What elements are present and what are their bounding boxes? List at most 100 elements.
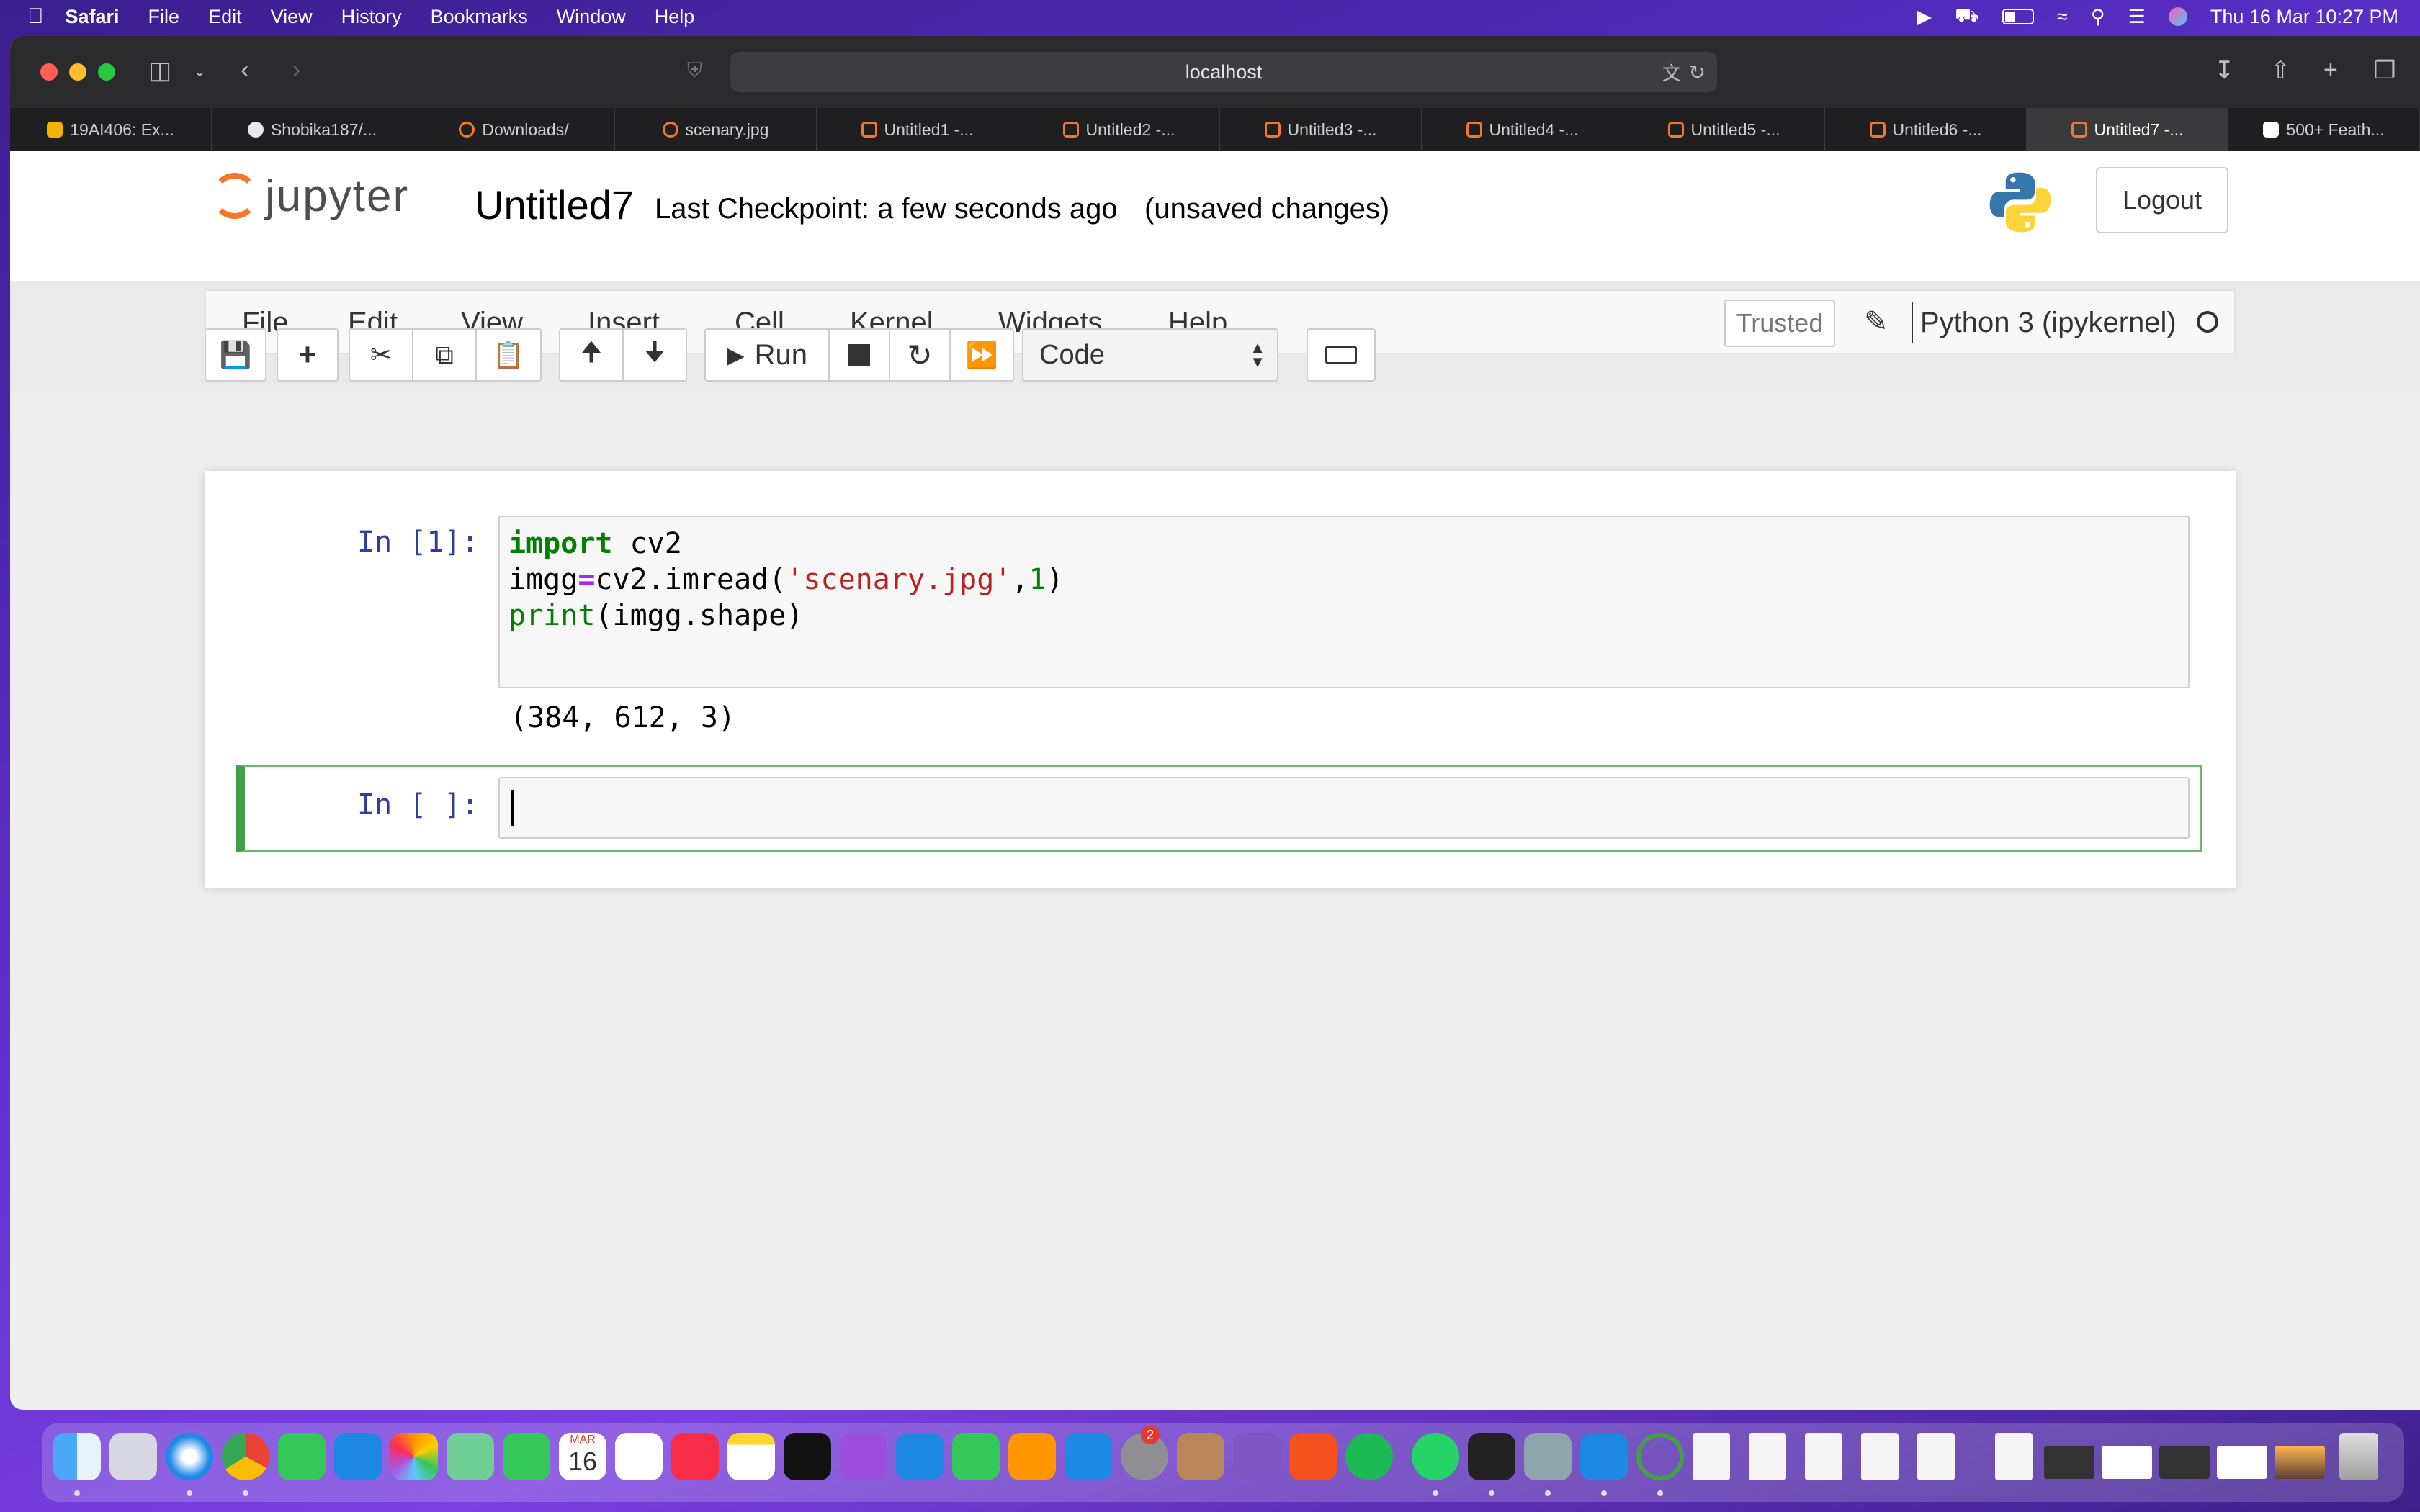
tab-untitled7[interactable]: Untitled7 -... (2027, 108, 2228, 151)
tab-untitled6[interactable]: Untitled6 -... (1825, 108, 2027, 151)
menubar-bookmarks[interactable]: Bookmarks (431, 6, 528, 28)
notes-icon[interactable] (727, 1433, 775, 1480)
window-thumb[interactable] (2044, 1446, 2094, 1479)
control-center-icon[interactable]: ☰ (2128, 6, 2146, 28)
pages-icon[interactable] (1008, 1433, 1056, 1480)
interrupt-button[interactable] (828, 328, 890, 382)
menubar-history[interactable]: History (341, 6, 402, 28)
menubar-edit[interactable]: Edit (208, 6, 242, 28)
finder-icon[interactable] (53, 1433, 101, 1480)
numbers-icon[interactable] (952, 1433, 1000, 1480)
run-button[interactable]: ▶ Run (704, 328, 830, 382)
tab-untitled4[interactable]: Untitled4 -... (1422, 108, 1623, 151)
mail-icon[interactable] (334, 1433, 382, 1480)
translate-icon[interactable]: 文 (1662, 59, 1681, 86)
insert-cell-button[interactable]: + (277, 328, 339, 382)
maps-icon[interactable] (447, 1433, 494, 1480)
address-bar[interactable]: localhost 文 ↻ (730, 52, 1717, 92)
apple-icon[interactable]:  (27, 4, 44, 29)
file-icon[interactable] (1693, 1433, 1730, 1480)
preview-icon[interactable] (1524, 1433, 1572, 1480)
facetime-icon[interactable] (503, 1433, 550, 1480)
logout-button[interactable]: Logout (2096, 167, 2228, 233)
search-icon[interactable]: ⚲ (2091, 6, 2105, 28)
tab-untitled5[interactable]: Untitled5 -... (1623, 108, 1825, 151)
terminal-icon[interactable] (1468, 1433, 1515, 1480)
file-icon[interactable] (1861, 1433, 1899, 1480)
siri-icon[interactable] (2168, 7, 2187, 26)
menubar-view[interactable]: View (271, 6, 313, 28)
copy-button[interactable]: ⧉ (412, 328, 477, 382)
sidebar-toggle-icon[interactable]: ◫ (148, 56, 171, 85)
tab-untitled2[interactable]: Untitled2 -... (1018, 108, 1220, 151)
selected-code-cell[interactable]: In [ ]: (236, 765, 2202, 852)
calendar-icon[interactable]: MAR 16 (559, 1433, 606, 1480)
downloads-icon[interactable]: ↧ (2214, 56, 2235, 85)
tab-scenary[interactable]: scenary.jpg (615, 108, 817, 151)
tab-downloads[interactable]: Downloads/ (413, 108, 615, 151)
window-thumb[interactable] (2159, 1446, 2210, 1479)
photos-icon[interactable] (390, 1433, 438, 1480)
window-thumb[interactable] (2102, 1446, 2152, 1479)
whatsapp-icon[interactable] (1412, 1433, 1459, 1480)
keyboard-shortcuts-button[interactable] (1307, 328, 1376, 382)
close-window-button[interactable] (40, 63, 58, 81)
launchpad-icon[interactable] (109, 1433, 157, 1480)
code-cell-input[interactable] (498, 777, 2190, 839)
fusion360-icon[interactable] (1289, 1433, 1337, 1480)
app-store-icon[interactable] (1065, 1433, 1112, 1480)
cell-type-select[interactable]: Code ▲ ▼ (1022, 328, 1278, 382)
window-thumb[interactable] (2275, 1446, 2325, 1479)
tab-19ai406[interactable]: 19AI406: Ex... (10, 108, 212, 151)
window-thumb[interactable] (2217, 1446, 2267, 1479)
move-up-button[interactable]: 🠉 (559, 328, 624, 382)
anaconda-icon[interactable] (1636, 1433, 1684, 1480)
code-cell-input[interactable]: import cv2 imgg=cv2.imread('scenary.jpg'… (498, 516, 2190, 688)
menubar-help[interactable]: Help (655, 6, 695, 28)
privacy-shield-icon[interactable]: ⛨ (687, 59, 702, 83)
file-icon[interactable] (1805, 1433, 1842, 1480)
notebook-title[interactable]: Untitled7 (475, 181, 634, 228)
file-icon[interactable] (1995, 1433, 2033, 1480)
reload-icon[interactable]: ↻ (1689, 60, 1706, 84)
code-editor[interactable]: import cv2 imgg=cv2.imread('scenary.jpg'… (508, 526, 1064, 634)
cut-button[interactable]: ✂ (349, 328, 413, 382)
tab-github[interactable]: Shobika187/... (212, 108, 413, 151)
tv-icon[interactable] (784, 1433, 831, 1480)
reminders-icon[interactable] (615, 1433, 663, 1480)
minimize-window-button[interactable] (69, 63, 86, 81)
share-icon[interactable]: ⇧ (2270, 56, 2291, 85)
file-icon[interactable] (1749, 1433, 1786, 1480)
battery-icon[interactable] (2002, 9, 2035, 24)
keynote-icon[interactable] (896, 1433, 944, 1480)
podcasts-icon[interactable] (840, 1433, 887, 1480)
chevron-down-icon[interactable]: ⌄ (193, 62, 206, 81)
car-icon[interactable]: ⛟ (1955, 4, 1979, 30)
trash-icon[interactable] (2339, 1433, 2378, 1480)
zoom-window-button[interactable] (98, 63, 115, 81)
messages-icon[interactable] (278, 1433, 326, 1480)
restart-run-all-button[interactable]: ⏩ (949, 328, 1014, 382)
music-icon[interactable] (671, 1433, 719, 1480)
file-icon[interactable] (1917, 1433, 1955, 1480)
forward-icon[interactable]: › (292, 56, 300, 84)
back-icon[interactable]: ‹ (241, 56, 248, 84)
paste-button[interactable]: 📋 (475, 328, 542, 382)
tab-feather-icons[interactable]: 500+ Feath... (2228, 108, 2420, 151)
contacts-icon[interactable] (1177, 1433, 1224, 1480)
wifi-icon[interactable]: ≈ (2057, 6, 2068, 28)
tab-untitled3[interactable]: Untitled3 -... (1220, 108, 1422, 151)
new-tab-icon[interactable]: + (2323, 56, 2338, 84)
spotify-icon[interactable] (1345, 1433, 1393, 1480)
vscode-icon[interactable] (1580, 1433, 1628, 1480)
menubar-window[interactable]: Window (557, 6, 626, 28)
github-desktop-icon[interactable] (1233, 1433, 1281, 1480)
tab-overview-icon[interactable]: ❐ (2374, 56, 2396, 85)
restart-button[interactable]: ↻ (889, 328, 951, 382)
menubar-file[interactable]: File (148, 6, 180, 28)
play-icon[interactable]: ▶ (1917, 6, 1932, 28)
menubar-app-safari[interactable]: Safari (66, 6, 120, 28)
save-button[interactable]: 💾 (205, 328, 266, 382)
tab-untitled1[interactable]: Untitled1 -... (817, 108, 1018, 151)
chrome-icon[interactable] (222, 1433, 269, 1480)
